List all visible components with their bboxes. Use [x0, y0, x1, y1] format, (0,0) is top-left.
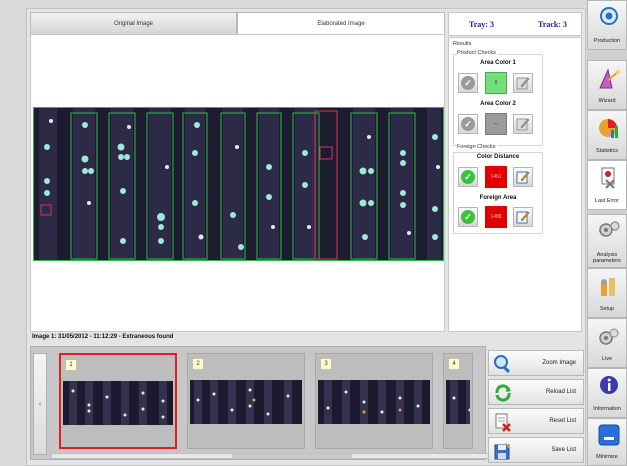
product-checks-label: Product Checks: [457, 50, 498, 56]
tray-label: Tray: 3: [469, 19, 494, 29]
color-distance-value: 1461: [485, 166, 507, 188]
edit-icon: [516, 77, 530, 90]
reset-list-icon: [495, 413, 511, 432]
thumbnail-image: [446, 380, 470, 424]
nav-production[interactable]: Production: [587, 0, 627, 50]
nav-minimize[interactable]: Minimize: [587, 418, 627, 466]
setup-icon: [601, 278, 615, 296]
save-list-button[interactable]: Save List: [488, 437, 584, 463]
track-label: Track: 3: [538, 19, 567, 29]
foreign-area-value: 1488: [485, 206, 507, 228]
reset-list-button[interactable]: Reset List: [488, 408, 584, 434]
foreign-area-edit-button[interactable]: [513, 207, 533, 227]
area-color-2-title: Area Color 2: [480, 101, 516, 107]
image-tabs: Original Image Elaborated Image: [30, 12, 445, 34]
thumbnail-item[interactable]: 2: [187, 353, 305, 449]
thumbnail-list: ‹ 1 2 3 4: [30, 346, 491, 460]
information-icon: [600, 376, 618, 394]
area-color-1-status-button[interactable]: ✓: [458, 73, 478, 93]
thumbnail-image: [190, 380, 302, 424]
area-color-1-edit-button[interactable]: [513, 73, 533, 93]
nav-setup[interactable]: Setup: [587, 268, 627, 318]
nav-production-label: Production: [593, 38, 621, 44]
color-distance-edit-button[interactable]: [513, 167, 533, 187]
thumbnail-number: 4: [448, 358, 460, 370]
thumbnail-item[interactable]: 4: [443, 353, 473, 449]
thumbnail-number: 3: [320, 358, 332, 370]
area-color-1-value: 0: [485, 72, 507, 94]
results-title: Results: [453, 41, 472, 47]
analysis-parameters-icon: [599, 221, 620, 237]
status-line: Image 1: 31/05/2012 - 11:12:29 - Extrane…: [32, 334, 174, 340]
ok-check-icon: ✓: [461, 210, 475, 224]
nav-statistics-label: Statistics: [595, 148, 618, 154]
tray-track-header: Tray: 3 Track: 3: [448, 12, 582, 36]
thumbnail-item[interactable]: 1: [59, 353, 177, 449]
reset-list-label: Reset List: [549, 418, 576, 424]
live-icon: [599, 328, 619, 345]
foreign-area-title: Foreign Area: [479, 195, 517, 201]
nav-information-label: Information: [593, 406, 621, 412]
area-color-1-title: Area Color 1: [480, 60, 516, 66]
foreign-area-status-button[interactable]: ✓: [458, 207, 478, 227]
nav-wizard-label: Wizard: [598, 98, 616, 104]
nav-last-error-label: Last Error: [594, 198, 620, 204]
foreign-checks-label: Foreign Checks: [457, 144, 498, 150]
nav-last-error[interactable]: Last Error: [587, 160, 627, 210]
color-distance-title: Color Distance: [476, 154, 520, 160]
elaborated-image-panel: [30, 34, 445, 332]
chevron-left-icon: ‹: [38, 400, 42, 408]
nav-live[interactable]: Live: [587, 318, 627, 368]
wizard-icon: [599, 68, 620, 89]
area-color-2-edit-button[interactable]: [513, 114, 533, 134]
edit-icon: [516, 171, 530, 184]
nav-analysis-parameters[interactable]: Analysis parameters: [587, 214, 627, 268]
last-error-icon: [601, 167, 615, 189]
nav-live-label: Live: [601, 356, 613, 362]
thumbnail-number: 1: [65, 359, 77, 371]
magnifier-icon: [494, 355, 511, 374]
minimize-icon: [598, 424, 620, 446]
zoom-image-button[interactable]: Zoom Image: [488, 350, 584, 376]
zoom-image-label: Zoom Image: [542, 360, 576, 366]
nav-statistics[interactable]: Statistics: [587, 110, 627, 160]
neutral-check-icon: ✓: [461, 117, 475, 131]
results-panel: Results Product Checks Area Color 1 ✓ 0 …: [448, 37, 582, 332]
edit-icon: [516, 118, 530, 131]
inspection-image-graphic: [33, 107, 444, 261]
thumbnail-scrollbar-thumb[interactable]: [232, 454, 352, 458]
thumbnail-scroll-left-button[interactable]: ‹: [33, 353, 47, 455]
reload-list-label: Reload List: [545, 389, 576, 395]
tab-elaborated-image[interactable]: Elaborated Image: [237, 12, 445, 34]
area-color-2-status-button[interactable]: ✓: [458, 114, 478, 134]
area-color-2-value: ---: [485, 113, 507, 135]
nav-wizard[interactable]: Wizard: [587, 60, 627, 110]
inspection-image[interactable]: [33, 107, 444, 261]
nav-information[interactable]: Information: [587, 368, 627, 418]
production-icon: [600, 7, 618, 25]
nav-minimize-label: Minimize: [596, 454, 618, 460]
reload-list-button[interactable]: Reload List: [488, 379, 584, 405]
main-navigation: Production Wizard Statistics Last Error …: [587, 0, 627, 466]
neutral-check-icon: ✓: [461, 76, 475, 90]
nav-analysis-parameters-label: Analysis parameters: [593, 252, 621, 264]
reload-icon: [495, 384, 511, 402]
thumbnail-image: [318, 380, 430, 424]
color-distance-status-button[interactable]: ✓: [458, 167, 478, 187]
thumbnail-image: [63, 381, 173, 425]
thumbnail-number: 2: [192, 358, 204, 370]
tab-original-image[interactable]: Original Image: [30, 12, 237, 34]
ok-check-icon: ✓: [461, 170, 475, 184]
save-list-icon: [494, 442, 511, 460]
nav-setup-label: Setup: [599, 306, 615, 312]
edit-icon: [516, 211, 530, 224]
thumbnail-item[interactable]: 3: [315, 353, 433, 449]
statistics-icon: [599, 119, 618, 138]
thumbnail-scrollbar[interactable]: [51, 453, 491, 459]
save-list-label: Save List: [551, 447, 576, 453]
